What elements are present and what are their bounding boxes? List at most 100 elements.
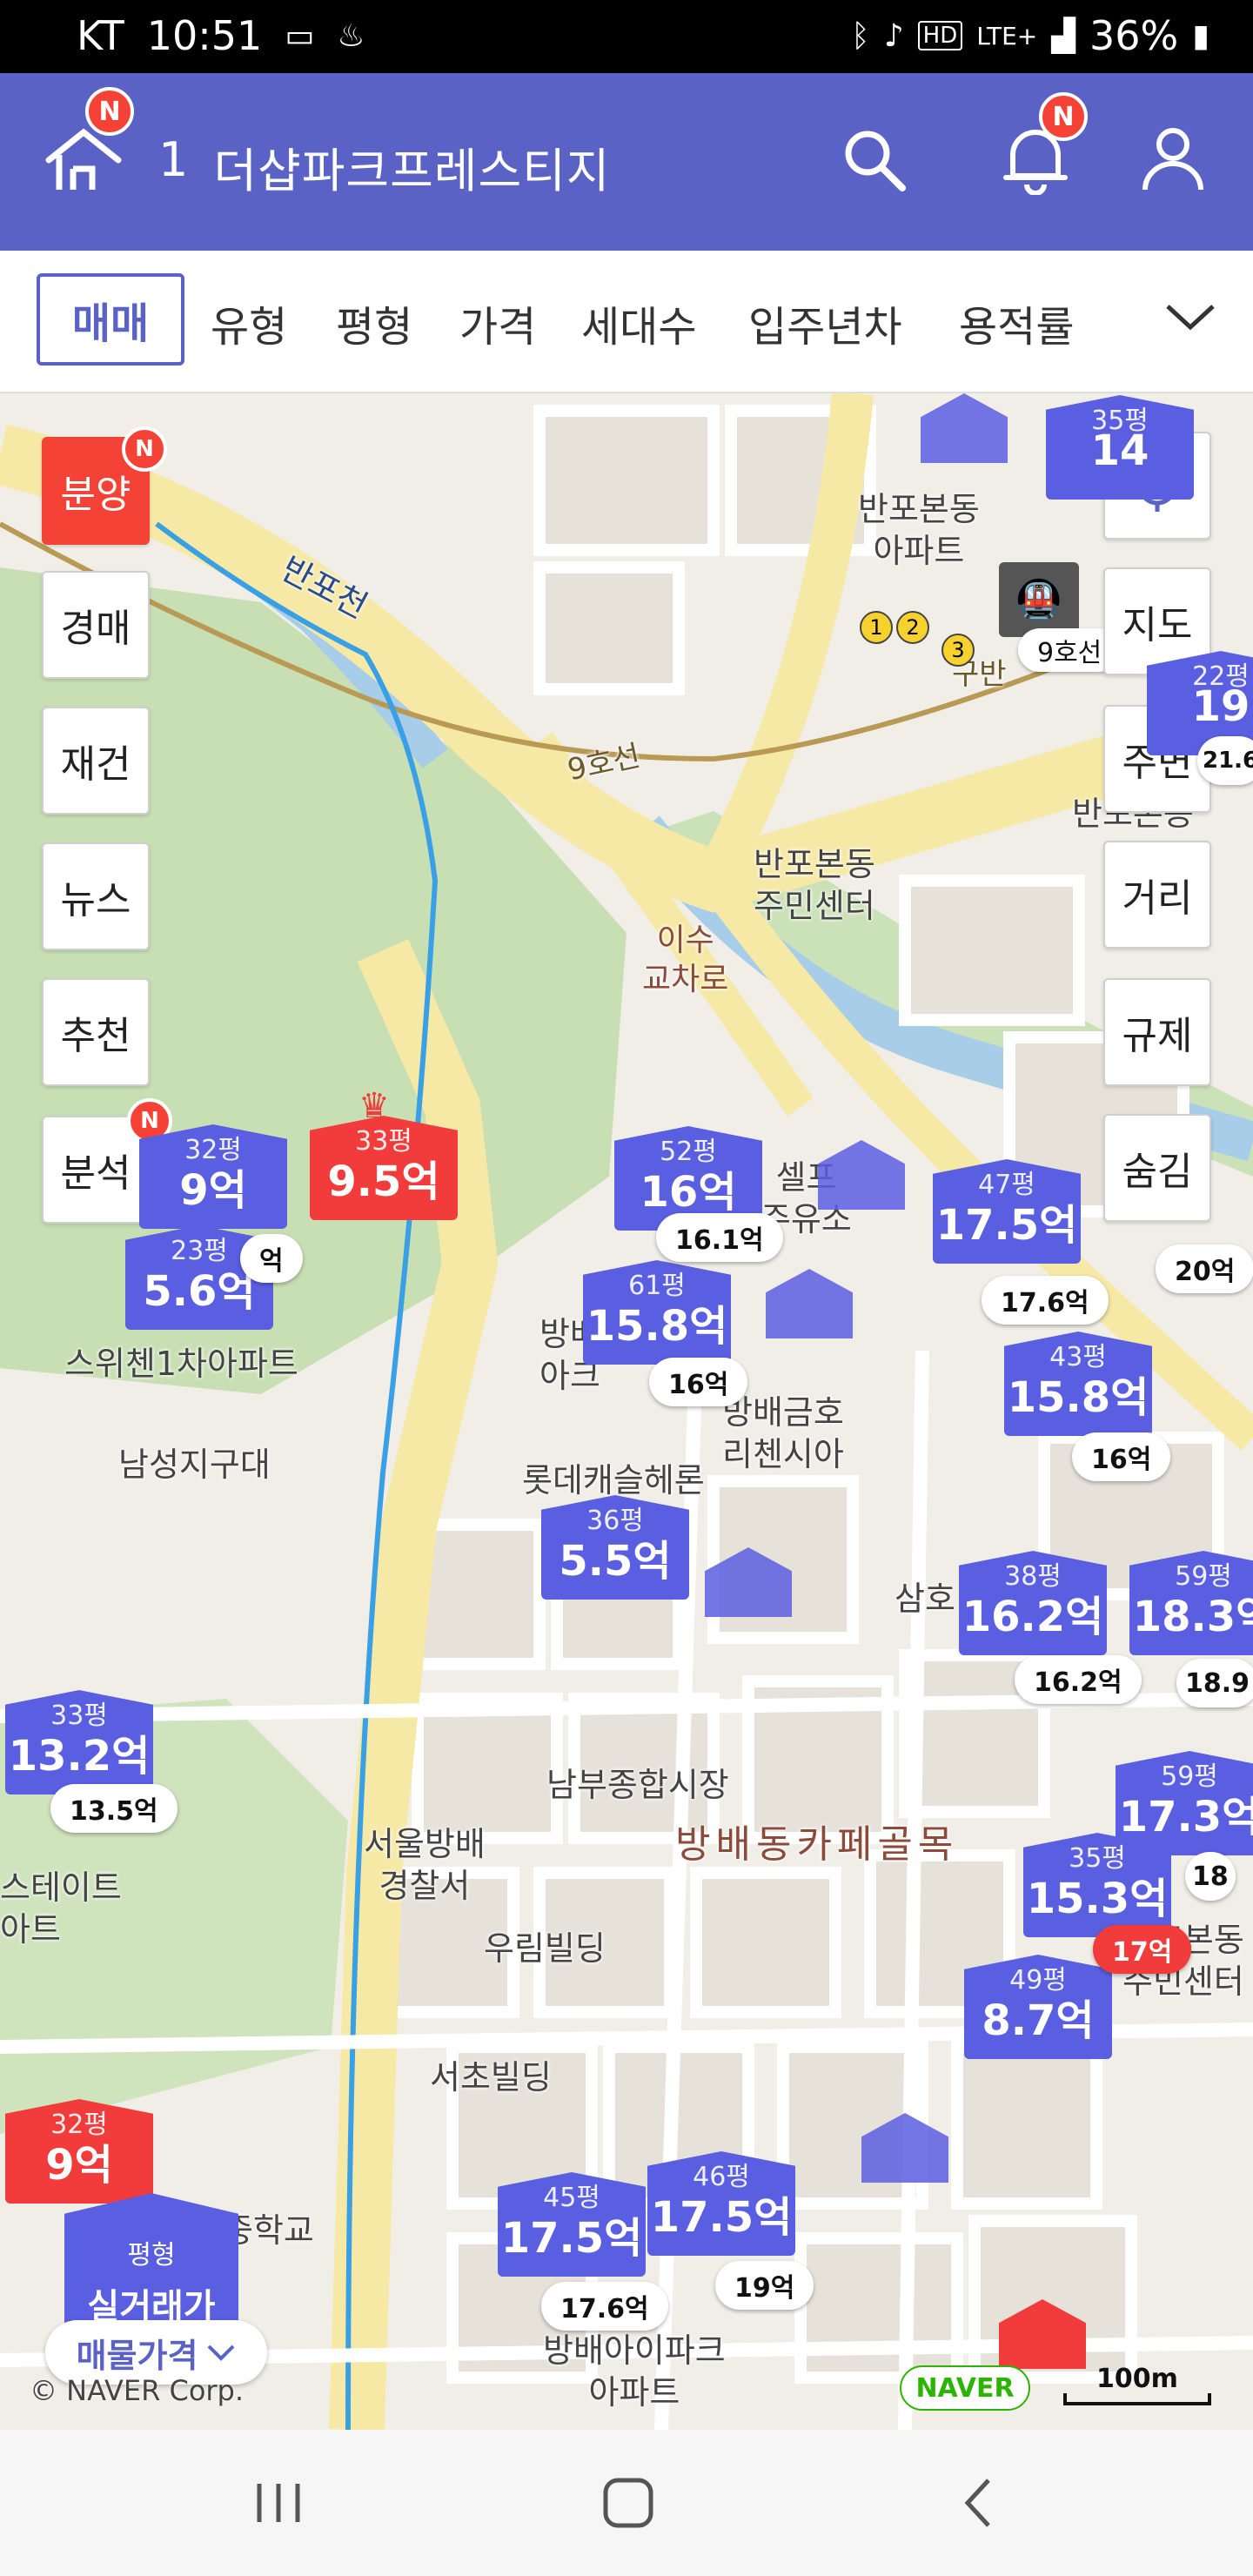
price-marker[interactable]: 49평 8.7억 (964, 1955, 1112, 2085)
marker-price: 15.8억 (1007, 1373, 1149, 1422)
map-btn-auction[interactable]: 경매 (42, 571, 150, 679)
map-label-namseong: 남성지구대 (118, 1446, 271, 1484)
signal-icon: ▟ (1051, 17, 1075, 54)
screen: KT 10:51 ▭ ♨ ᛒ ♪ HD LTE+ ▟ 36% ▮ N 1 더샵파… (0, 0, 1253, 2576)
filter-bar: 매매 유형 평형 가격 세대수 입주년차 용적률 (0, 251, 1253, 393)
marker-price: 9.5억 (327, 1157, 440, 1206)
trade-price-top: 평형 (127, 2240, 176, 2271)
notification-button[interactable]: N (1001, 92, 1088, 198)
map-scale: 100m (1063, 2364, 1211, 2409)
map-label-isu-intersection: 이수 교차로 (642, 922, 729, 997)
home-square-icon (603, 2478, 653, 2528)
battery-percent: 36% (1089, 12, 1179, 59)
bluetooth-icon: ᛒ (851, 17, 870, 54)
chevron-down-icon (1166, 305, 1215, 331)
exit-1-icon: 1 (860, 611, 893, 644)
filter-expand-button[interactable] (1164, 299, 1216, 338)
map-btn-distance[interactable]: 거리 (1103, 841, 1211, 949)
recent-apps-button[interactable] (252, 2479, 305, 2531)
filter-tab-floor-area-ratio[interactable]: 용적률 (959, 292, 1074, 353)
listing-price-label: 매물가격 (76, 2336, 198, 2375)
search-icon (845, 131, 906, 191)
map-btn-analysis[interactable]: 분석 N (42, 1098, 172, 1224)
map-label-banpo-apt: 반포본동 아파트 (858, 490, 980, 570)
marker-price: 13.2억 (8, 1732, 151, 1781)
price-pill-red: 17억 (1093, 1925, 1192, 1974)
price-pill: 16억 (649, 1358, 748, 1406)
marker-price: 9억 (179, 1166, 247, 1215)
price-pill: 17.6억 (541, 2282, 668, 2331)
map-btn-presale-label: 분양 (60, 473, 131, 517)
crown-icon: ♛ (358, 1086, 390, 1126)
battery-icon: ▮ (1192, 17, 1209, 54)
marker-price: 19 (1191, 682, 1250, 731)
map-label-banpo-center: 반포본동 주민센터 (754, 845, 875, 925)
filter-tab-sale[interactable]: 매매 (37, 273, 184, 366)
price-pill: 17.6억 (982, 1276, 1109, 1325)
filter-tab-move-in-year[interactable]: 입주년차 (748, 292, 902, 353)
map-btn-news[interactable]: 뉴스 (42, 842, 150, 950)
map-scale-label: 100m (1096, 2364, 1178, 2394)
map-label-police: 서울방배 경찰서 (364, 1825, 486, 1905)
marker-price: 16.2억 (962, 1593, 1104, 1641)
marker-price: 17.5억 (935, 1201, 1078, 1250)
price-pill: 16.1억 (656, 1213, 783, 1262)
page-title[interactable]: 1 더샵파크프레스티지 (158, 132, 610, 201)
profile-button[interactable] (1140, 124, 1206, 197)
filter-tab-price[interactable]: 가격 (459, 292, 536, 353)
map-btn-presale[interactable]: 분양 N (42, 426, 167, 545)
filter-tab-size[interactable]: 평형 (336, 292, 412, 353)
home-button[interactable]: N (44, 87, 134, 204)
price-pill: 18 (1185, 1852, 1236, 1901)
user-icon (1142, 128, 1203, 191)
price-pill: 16억 (1072, 1432, 1171, 1481)
app-header: N 1 더샵파크프레스티지 N (0, 73, 1253, 251)
marker-price: 8.7억 (982, 1996, 1095, 2045)
notification-badge: N (1039, 92, 1088, 141)
map-btn-analysis-label: 분석 (60, 1151, 131, 1196)
marker-price: 17.5억 (650, 2193, 793, 2242)
filter-tab-households[interactable]: 세대수 (581, 292, 696, 353)
price-pill: 13.5억 (50, 1784, 178, 1833)
trade-price-toggle[interactable]: 평형 실거래가 (64, 2193, 238, 2341)
copyright: © NAVER Corp. (30, 2374, 245, 2407)
exit-3-icon: 3 (941, 634, 975, 667)
price-pill: 억 (240, 1234, 303, 1283)
home-badge: N (85, 87, 134, 136)
price-pill: 20억 (1156, 1244, 1253, 1293)
price-marker-top[interactable]: 33평 9.5억 (310, 1116, 458, 1246)
price-pill: 19억 (715, 2261, 814, 2310)
voicemail-icon: ▭ (285, 17, 315, 54)
map-label-urim: 우림빌딩 (484, 1929, 606, 1968)
subway-station-icon[interactable]: 🚇 (999, 562, 1079, 637)
map-view[interactable]: 반포천 9호선 반포본동 아파트 반포본동 주민센터 이수 교차로 셀프 주유소… (0, 393, 1253, 2430)
price-marker[interactable]: 35평 14 (1046, 395, 1194, 526)
filter-tab-type[interactable]: 유형 (211, 292, 287, 353)
carrier-label: KT (77, 12, 124, 59)
map-label-nambu-market: 남부종합시장 (546, 1766, 729, 1804)
network-type: LTE+ (976, 21, 1038, 50)
status-right: ᛒ ♪ HD LTE+ ▟ 36% ▮ (851, 12, 1209, 59)
map-label-ipark: 방배아이파크 아파트 (543, 2331, 726, 2412)
back-arrow-icon (964, 2479, 990, 2527)
home-nav-button[interactable] (600, 2475, 656, 2534)
price-pill: 16.2억 (1015, 1655, 1142, 1704)
map-btn-reconstruction[interactable]: 재건 (42, 707, 150, 815)
marker-price: 14 (1090, 426, 1149, 475)
marker-price: 16억 (640, 1168, 737, 1217)
search-button[interactable] (840, 125, 909, 198)
naver-logo: NAVER (900, 2365, 1030, 2411)
map-btn-hide[interactable]: 숨김 (1103, 1114, 1211, 1222)
marker-price: 9억 (45, 2141, 113, 2190)
price-marker[interactable]: 36평 5.5억 (541, 1495, 689, 1626)
marker-price: 15.8억 (586, 1302, 728, 1351)
map-label-cafe-street: 방배동카페골목 (675, 1822, 959, 1867)
back-button[interactable] (957, 2475, 1001, 2534)
price-pill: 21.6 (1197, 736, 1253, 785)
marker-price: 5.5억 (559, 1537, 672, 1586)
map-btn-regulation[interactable]: 규제 (1103, 978, 1211, 1086)
price-marker[interactable]: 47평 17.5억 (933, 1159, 1081, 1290)
mute-icon: ♪ (883, 17, 904, 54)
map-btn-recommend[interactable]: 추천 (42, 978, 150, 1086)
price-pill: 18.9 (1176, 1659, 1253, 1707)
